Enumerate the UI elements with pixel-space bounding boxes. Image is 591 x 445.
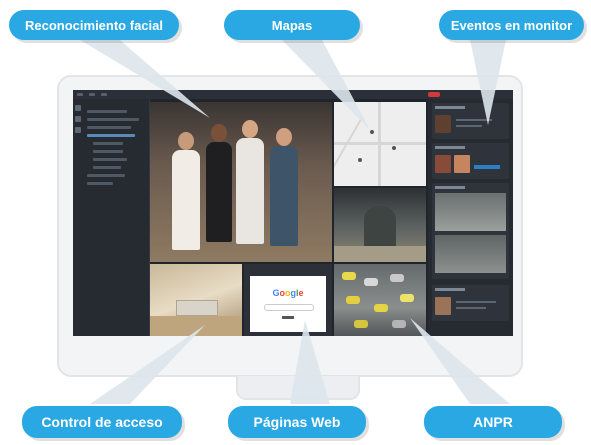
tree-item[interactable] — [87, 118, 139, 121]
car — [390, 274, 404, 282]
car — [354, 320, 368, 328]
tab-icon[interactable] — [101, 93, 107, 96]
car — [392, 320, 406, 328]
tree-item[interactable] — [93, 158, 127, 161]
callout-label: Control de acceso — [41, 414, 163, 430]
tree-item[interactable] — [87, 182, 113, 185]
embedded-web-page[interactable]: Google — [250, 276, 326, 332]
web-page-view[interactable]: Google — [244, 264, 332, 336]
person-body — [172, 150, 200, 250]
street-ground — [334, 246, 426, 262]
car — [400, 294, 414, 302]
callout-label: ANPR — [473, 414, 513, 430]
search-logo: Google — [250, 288, 326, 298]
tree-item[interactable] — [87, 110, 127, 113]
callout-label: Eventos en monitor — [450, 17, 573, 33]
map-pin-icon[interactable] — [358, 158, 362, 162]
person-head — [178, 132, 194, 150]
menu-icon[interactable] — [89, 93, 95, 96]
event-title — [435, 146, 465, 149]
layouts-icon[interactable] — [75, 116, 81, 122]
callout-access-control: Control de acceso — [22, 406, 182, 438]
callout-maps: Mapas — [224, 10, 360, 40]
person-body — [236, 138, 264, 244]
settings-icon[interactable] — [75, 127, 81, 133]
event-title — [435, 186, 465, 189]
car — [364, 278, 378, 286]
event-card[interactable] — [432, 143, 509, 179]
callout-label: Páginas Web — [253, 414, 341, 430]
event-card[interactable] — [432, 183, 509, 279]
plate-snapshot — [435, 193, 506, 231]
device-tree — [87, 105, 147, 190]
person-head — [211, 124, 227, 142]
app-topbar — [73, 90, 513, 99]
person-body — [206, 142, 232, 242]
car — [342, 272, 356, 280]
event-card[interactable] — [432, 103, 509, 139]
search-input[interactable] — [264, 304, 314, 311]
event-thumbnail — [435, 297, 451, 315]
callout-web-pages: Páginas Web — [228, 406, 366, 438]
map-pin-icon[interactable] — [392, 146, 396, 150]
car — [374, 304, 388, 312]
car — [346, 296, 360, 304]
map-road — [334, 116, 364, 178]
tree-item[interactable] — [93, 166, 121, 169]
tree-item-selected[interactable] — [87, 134, 135, 137]
event-detail — [456, 307, 486, 309]
callout-facial-recognition: Reconocimiento facial — [9, 10, 179, 40]
person-body — [270, 146, 298, 246]
event-thumbnail — [435, 115, 451, 133]
turnstile — [176, 300, 218, 316]
callout-monitor-events: Eventos en monitor — [439, 10, 584, 40]
anpr-view[interactable] — [334, 264, 426, 336]
tree-item[interactable] — [93, 150, 123, 153]
lobby-floor — [150, 316, 242, 336]
tree-item[interactable] — [87, 126, 131, 129]
event-detail — [456, 301, 496, 303]
callout-anpr: ANPR — [424, 406, 562, 438]
event-detail — [456, 125, 482, 127]
building-arch — [364, 206, 396, 246]
plate-snapshot — [435, 235, 506, 273]
tree-item[interactable] — [87, 174, 125, 177]
event-detail — [456, 119, 492, 121]
cameras-icon[interactable] — [75, 105, 81, 111]
alert-badge[interactable] — [428, 92, 440, 97]
monitor-events-panel — [428, 99, 513, 336]
match-badge — [474, 165, 500, 169]
vms-screen: Google — [73, 90, 513, 336]
app-logo-icon — [77, 93, 83, 96]
sidebar-icon-strip — [75, 105, 83, 138]
monitor-stand — [236, 376, 360, 400]
event-title — [435, 288, 465, 291]
device-sidebar — [73, 99, 150, 336]
event-thumbnail — [454, 155, 470, 173]
event-card[interactable] — [432, 285, 509, 321]
search-button[interactable] — [282, 316, 294, 319]
tree-item[interactable] — [93, 142, 123, 145]
map-view[interactable] — [334, 102, 426, 186]
event-title — [435, 106, 465, 109]
person-head — [242, 120, 258, 138]
event-thumbnail — [435, 155, 451, 173]
callout-label: Reconocimiento facial — [25, 17, 163, 33]
logo-letter: e — [298, 288, 304, 298]
street-camera-view[interactable] — [334, 188, 426, 262]
callout-label: Mapas — [271, 17, 313, 33]
map-pin-icon[interactable] — [370, 130, 374, 134]
facial-recognition-view[interactable] — [150, 102, 332, 262]
access-control-view[interactable] — [150, 264, 242, 336]
person-head — [276, 128, 292, 146]
map-road — [378, 102, 381, 186]
